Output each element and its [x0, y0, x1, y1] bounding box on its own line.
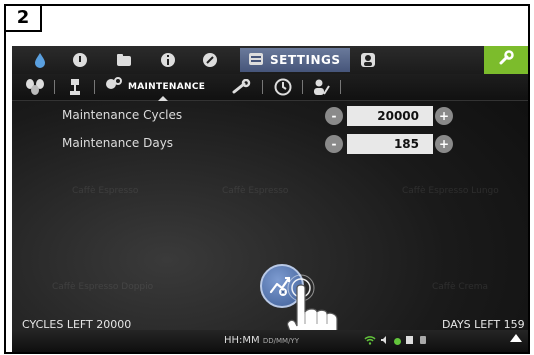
- clock: HH:MM DD/MM/YY: [224, 335, 299, 346]
- maintenance-days-row: Maintenance Days - 185 +: [62, 134, 502, 156]
- step-number-badge: 2: [6, 6, 42, 32]
- wrench-icon: [498, 50, 514, 70]
- clock-time: HH:MM: [224, 335, 260, 346]
- maintenance-icon: [104, 76, 124, 98]
- main-tab-bar: SETTINGS: [12, 46, 528, 74]
- active-sub-tab-caret: [158, 96, 168, 101]
- maintenance-cycles-value: 20000: [347, 106, 433, 126]
- maintenance-cycles-row: Maintenance Cycles - 20000 +: [62, 106, 502, 128]
- maintenance-sub-tab-bar: MAINTENANCE: [12, 74, 528, 101]
- maintenance-cycles-decrement-button[interactable]: -: [325, 107, 343, 125]
- info-icon[interactable]: [156, 48, 180, 72]
- volume-icon: [380, 335, 390, 348]
- clock-icon[interactable]: [274, 77, 292, 97]
- divider: [340, 80, 341, 94]
- water-drop-icon[interactable]: [28, 48, 52, 72]
- divider: [94, 80, 95, 94]
- tab-maintenance-label: MAINTENANCE: [128, 82, 206, 92]
- cup-icon[interactable]: [68, 48, 92, 72]
- divider: [262, 80, 263, 94]
- maintenance-days-value: 185: [347, 134, 433, 154]
- wifi-icon: [364, 335, 376, 348]
- dispenser-icon[interactable]: [68, 77, 82, 97]
- user-icon[interactable]: [356, 48, 380, 72]
- power-icon: [418, 335, 428, 348]
- instruction-frame: 2 Caffè Espresso Caffè Espresso Caffè Es…: [4, 4, 530, 354]
- machine-screen: Caffè Espresso Caffè Espresso Caffè Espr…: [12, 46, 528, 352]
- wrench-tab[interactable]: [484, 46, 528, 74]
- edit-icon[interactable]: [198, 48, 222, 72]
- bg-product-label: Caffè Espresso Lungo: [402, 186, 499, 196]
- divider: [302, 80, 303, 94]
- status-ok-icon: [394, 338, 401, 345]
- divider: [54, 80, 55, 94]
- maintenance-days-decrement-button[interactable]: -: [325, 135, 343, 153]
- clock-date: DD/MM/YY: [262, 337, 299, 345]
- maintenance-days-label: Maintenance Days: [62, 136, 174, 150]
- memory-icon: [405, 335, 414, 348]
- bg-product-label: Caffè Crema: [432, 282, 489, 292]
- tab-settings-label: SETTINGS: [270, 53, 341, 67]
- expand-arrow-icon[interactable]: [510, 334, 522, 342]
- status-bar: HH:MM DD/MM/YY: [12, 330, 528, 352]
- bg-product-label: Caffè Espresso: [222, 186, 289, 196]
- maintenance-days-increment-button[interactable]: +: [435, 135, 453, 153]
- bg-product-label: Caffè Espresso Doppio: [52, 282, 154, 292]
- folder-icon[interactable]: [112, 48, 136, 72]
- tab-settings[interactable]: SETTINGS: [240, 48, 350, 72]
- status-icons: [364, 335, 428, 348]
- settings-icon: [248, 51, 264, 70]
- maintenance-cycles-label: Maintenance Cycles: [62, 108, 183, 122]
- bg-product-label: Caffè Espresso: [72, 186, 139, 196]
- technician-icon[interactable]: [312, 77, 332, 97]
- tool-icon[interactable]: [232, 77, 252, 97]
- beans-icon[interactable]: [24, 77, 46, 97]
- tab-maintenance[interactable]: MAINTENANCE: [104, 77, 205, 97]
- maintenance-cycles-increment-button[interactable]: +: [435, 107, 453, 125]
